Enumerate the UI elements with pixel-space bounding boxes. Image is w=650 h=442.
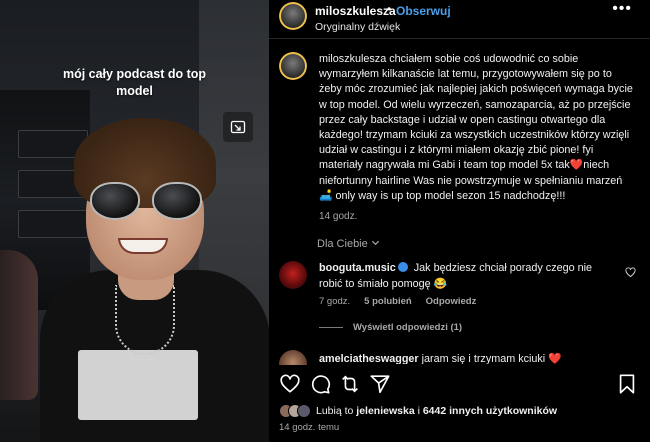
view-replies-button[interactable]: Wyświetl odpowiedzi (1)	[319, 322, 462, 333]
likes-middle: i	[414, 405, 423, 417]
picture-in-picture-button[interactable]	[223, 112, 253, 142]
equipment-case	[18, 210, 88, 238]
caption-text-part1: chciałem sobie coś udowodnić co sobie wy…	[319, 53, 633, 172]
comment-likes-count[interactable]: 5 polubień	[364, 296, 412, 307]
audio-label[interactable]: Oryginalny dźwięk	[315, 21, 400, 33]
for-you-label: Dla Ciebie	[317, 238, 368, 250]
author-avatar[interactable]	[279, 2, 307, 30]
liker-avatar	[297, 404, 311, 418]
chevron-down-icon	[371, 240, 379, 246]
person-arm	[0, 250, 38, 400]
couch-emoji: 🛋️	[319, 189, 333, 202]
comment2-content: jaram się i trzymam kciuki	[418, 353, 549, 364]
comment-like-heart-icon[interactable]	[625, 267, 636, 278]
heart-emoji: ❤️	[569, 159, 584, 172]
view-replies-label: Wyświetl odpowiedzi (1)	[353, 322, 463, 333]
laugh-emoji: 😂	[433, 277, 448, 290]
repost-icon[interactable]	[339, 373, 361, 395]
send-icon[interactable]	[369, 373, 391, 395]
more-icon[interactable]: •••	[612, 0, 632, 18]
caption-author-avatar[interactable]	[279, 52, 307, 80]
replies-line	[319, 327, 343, 328]
comment-meta: 7 godz. 5 polubień Odpowiedz	[319, 296, 476, 307]
heart-icon[interactable]	[279, 373, 301, 395]
verified-badge-icon	[397, 262, 408, 272]
post-panel: miloszkulesza • Obserwuj Oryginalny dźwi…	[269, 0, 650, 442]
comment-time: 7 godz.	[319, 296, 351, 307]
post-header: miloszkulesza • Obserwuj Oryginalny dźwi…	[269, 0, 650, 38]
comment-icon[interactable]	[309, 373, 331, 395]
likes-count[interactable]: 6442 innych użytkowników	[423, 405, 557, 417]
commenter-avatar[interactable]	[279, 261, 307, 289]
comment-text: booguta.music Jak będziesz chciał porady…	[319, 261, 609, 292]
lens-right	[152, 182, 202, 220]
caption-time: 14 godz.	[319, 211, 358, 222]
post-actions	[269, 365, 650, 401]
header-divider	[269, 38, 650, 39]
caption-text-part3: only way is up top model sezon 15 nadcho…	[332, 189, 566, 202]
bookmark-icon[interactable]	[616, 373, 638, 395]
post-timestamp: 14 godz. temu	[279, 422, 340, 433]
likes-summary[interactable]: Lubią to jeleniewska i 6442 innych użytk…	[279, 402, 557, 420]
caption-username[interactable]: miloszkulesza	[319, 53, 386, 65]
video-caption-overlay: mój cały podcast do top model	[62, 67, 207, 98]
comment2-text: amelciatheswagger jaram się i trzymam kc…	[319, 352, 619, 364]
commenter2-username[interactable]: amelciatheswagger	[319, 353, 419, 364]
reel-video[interactable]: mój cały podcast do top model	[0, 0, 269, 442]
lens-left	[90, 182, 140, 220]
comment2-heart-emoji: ❤️	[548, 353, 562, 364]
commenter-username[interactable]: booguta.music	[319, 262, 396, 274]
likes-text: Lubią to jeleniewska i 6442 innych użytk…	[316, 405, 557, 417]
reply-button[interactable]: Odpowiedz	[426, 296, 477, 307]
follow-button[interactable]: Obserwuj	[396, 4, 451, 18]
separator-dot: •	[387, 2, 392, 16]
likes-prefix: Lubią to	[316, 405, 357, 417]
shirt-print	[78, 350, 198, 420]
liker-username[interactable]: jeleniewska	[356, 405, 414, 417]
necklace	[115, 285, 175, 355]
for-you-filter[interactable]: Dla Ciebie	[317, 238, 380, 250]
author-username[interactable]: miloszkulesza	[315, 4, 396, 18]
sunglasses	[90, 182, 202, 222]
picture-in-picture-icon	[230, 120, 246, 134]
post-caption: miloszkulesza chciałem sobie coś udowodn…	[319, 52, 637, 204]
